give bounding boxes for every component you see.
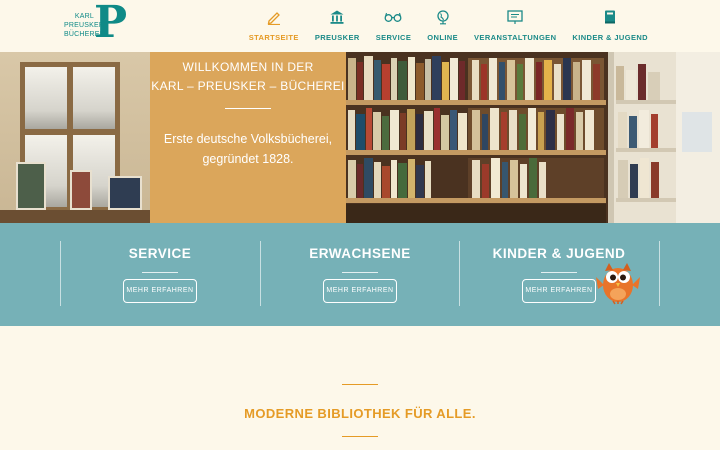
hero-title: WILLKOMMEN IN DER KARL – PREUSKER – BÜCH… <box>150 58 346 96</box>
hero-window-photo <box>0 52 150 223</box>
hero-bookshelf-photo <box>346 52 720 223</box>
nav-label: STARTSEITE <box>248 33 299 42</box>
more-info-button-erwachsene[interactable]: MEHR ERFAHREN <box>323 279 397 303</box>
logo-line-buecherei: BÜCHEREI <box>64 31 102 38</box>
owl-mascot-icon <box>592 259 644 305</box>
nav-label: VERANSTALTUNGEN <box>474 33 557 42</box>
hero-subtitle-line2: gegründet 1828. <box>202 152 294 166</box>
category-divider <box>142 272 178 273</box>
category-divider <box>342 272 378 273</box>
category-title: SERVICE <box>128 246 192 261</box>
nav-item-service[interactable]: SERVICE <box>368 8 420 48</box>
site-logo[interactable]: KARL PREUSKER BÜCHEREI P <box>64 0 128 48</box>
logo-line-preusker: PREUSKER <box>64 22 105 29</box>
nav-label: KINDER & JUGEND <box>572 33 648 42</box>
bookshelf-illustration <box>346 52 720 223</box>
logo-text: KARL PREUSKER BÜCHEREI <box>64 12 105 39</box>
hero-title-line1: WILLKOMMEN IN DER <box>182 60 314 74</box>
column-separator <box>659 241 660 306</box>
category-erwachsene: ERWACHSENE MEHR ERFAHREN <box>260 241 460 309</box>
hero-banner: WILLKOMMEN IN DER KARL – PREUSKER – BÜCH… <box>0 52 720 223</box>
nav-item-preusker[interactable]: PREUSKER <box>307 8 368 48</box>
nav-item-startseite[interactable]: STARTSEITE <box>241 8 307 48</box>
section-divider-top <box>342 384 378 385</box>
main-nav: STARTSEITE PREUSKER SERVICE ONLINE VERAN… <box>241 8 656 48</box>
hero-subtitle-line1: Erste deutsche Volksbücherei, <box>163 132 333 146</box>
nav-label: PREUSKER <box>314 33 360 42</box>
nav-item-veranstaltungen[interactable]: VERANSTALTUNGEN <box>466 8 564 48</box>
globe-icon <box>434 8 452 26</box>
nav-label: ONLINE <box>427 33 459 42</box>
more-info-button-service[interactable]: MEHR ERFAHREN <box>123 279 197 303</box>
presentation-icon <box>506 8 524 26</box>
hero-subtitle: Erste deutsche Volksbücherei, gegründet … <box>150 129 346 169</box>
nav-label: SERVICE <box>375 33 412 42</box>
glasses-icon <box>384 8 402 26</box>
category-title: ERWACHSENE <box>309 246 411 261</box>
logo-line-karl: KARL <box>74 13 94 20</box>
category-divider <box>541 272 577 273</box>
section-heading: MODERNE BIBLIOTHEK FÜR ALLE. <box>244 406 476 421</box>
book-icon <box>601 8 619 26</box>
hero-title-line2: KARL – PREUSKER – BÜCHEREI <box>151 79 345 93</box>
site-header: KARL PREUSKER BÜCHEREI P STARTSEITE PREU… <box>0 0 720 52</box>
logo-letter: P <box>94 0 128 48</box>
building-icon <box>328 8 346 26</box>
hero-welcome-panel: WILLKOMMEN IN DER KARL – PREUSKER – BÜCH… <box>150 52 346 223</box>
section-divider-bottom <box>342 436 378 437</box>
nav-item-online[interactable]: ONLINE <box>419 8 466 48</box>
nav-item-kinder-jugend[interactable]: KINDER & JUGEND <box>564 8 656 48</box>
more-info-button-kinder-jugend[interactable]: MEHR ERFAHREN <box>522 279 596 303</box>
pencil-icon <box>265 8 283 26</box>
category-service: SERVICE MEHR ERFAHREN <box>60 241 260 309</box>
hero-divider <box>225 108 271 109</box>
